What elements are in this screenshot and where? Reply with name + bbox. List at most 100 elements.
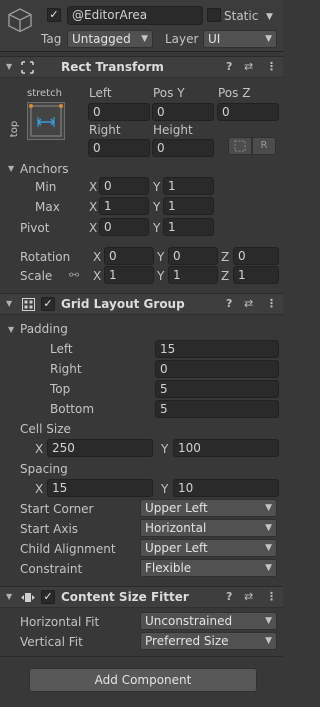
pos-y-label: Pos Y bbox=[153, 86, 185, 100]
start-axis-value: Horizontal bbox=[145, 521, 207, 535]
static-dropdown-icon[interactable]: ▼ bbox=[266, 10, 273, 24]
right-label: Right bbox=[89, 123, 121, 137]
chevron-down-icon: ▼ bbox=[265, 616, 272, 626]
padding-right-field[interactable]: 0 bbox=[155, 360, 279, 378]
foldout-arrow-icon[interactable]: ▼ bbox=[6, 592, 12, 601]
horizontal-fit-value: Unconstrained bbox=[145, 614, 233, 628]
height-label: Height bbox=[153, 123, 193, 137]
section-title: Rect Transform bbox=[61, 60, 164, 74]
content-size-fitter-header[interactable]: ▼ ✓ Content Size Fitter ? ⇄ ⋮ bbox=[0, 586, 283, 608]
raw-edit-button[interactable]: R bbox=[252, 137, 276, 155]
foldout-arrow-icon[interactable]: ▼ bbox=[6, 62, 12, 71]
blueprint-mode-button[interactable] bbox=[228, 137, 252, 155]
component-enabled-toggle[interactable]: ✓ bbox=[41, 590, 55, 604]
context-menu-icon[interactable]: ⋮ bbox=[266, 297, 277, 310]
foldout-arrow-icon[interactable]: ▼ bbox=[6, 299, 12, 308]
min-x-label: X bbox=[89, 180, 98, 194]
start-axis-dropdown[interactable]: Horizontal ▼ bbox=[140, 519, 277, 537]
gameobject-cube-icon bbox=[6, 6, 34, 34]
spacing-label: Spacing bbox=[20, 462, 68, 476]
rotation-x-field[interactable]: 0 bbox=[104, 247, 154, 265]
presets-icon[interactable]: ⇄ bbox=[244, 590, 253, 603]
start-axis-label: Start Axis bbox=[20, 522, 79, 536]
chevron-down-icon: ▼ bbox=[265, 34, 272, 44]
min-y-field[interactable]: 1 bbox=[163, 177, 214, 195]
static-toggle[interactable] bbox=[207, 8, 221, 22]
right-field[interactable]: 0 bbox=[88, 139, 150, 157]
vertical-fit-dropdown[interactable]: Preferred Size ▼ bbox=[140, 632, 277, 650]
presets-icon[interactable]: ⇄ bbox=[244, 60, 253, 73]
rotation-label: Rotation bbox=[20, 250, 71, 264]
start-corner-dropdown[interactable]: Upper Left ▼ bbox=[140, 499, 277, 517]
chevron-down-icon: ▼ bbox=[265, 636, 272, 646]
anchor-preset-v-label: top bbox=[9, 120, 21, 138]
tag-dropdown[interactable]: Untagged ▼ bbox=[67, 30, 153, 48]
component-enabled-toggle[interactable]: ✓ bbox=[41, 297, 55, 311]
max-y-field[interactable]: 1 bbox=[163, 197, 214, 215]
rect-transform-header[interactable]: ▼ Rect Transform ? ⇄ ⋮ bbox=[0, 56, 283, 78]
scale-z-label: Z bbox=[221, 269, 230, 283]
grid-layout-icon bbox=[22, 298, 35, 311]
help-icon[interactable]: ? bbox=[226, 60, 232, 73]
tag-label: Tag bbox=[41, 32, 62, 46]
grid-layout-group-header[interactable]: ▼ ✓ Grid Layout Group ? ⇄ ⋮ bbox=[0, 293, 283, 315]
rotation-y-field[interactable]: 0 bbox=[168, 247, 218, 265]
spacing-y-label: Y bbox=[161, 482, 169, 496]
presets-icon[interactable]: ⇄ bbox=[244, 297, 253, 310]
start-corner-value: Upper Left bbox=[145, 501, 208, 515]
pivot-x-field[interactable]: 0 bbox=[99, 218, 149, 236]
padding-left-field[interactable]: 15 bbox=[155, 340, 279, 358]
constraint-label: Constraint bbox=[20, 562, 83, 576]
cell-y-label: Y bbox=[161, 442, 169, 456]
anchor-presets-button[interactable] bbox=[27, 102, 65, 140]
scale-x-field[interactable]: 1 bbox=[104, 266, 154, 284]
child-alignment-dropdown[interactable]: Upper Left ▼ bbox=[140, 539, 277, 557]
constraint-value: Flexible bbox=[145, 561, 192, 575]
add-component-button[interactable]: Add Component bbox=[29, 668, 257, 692]
footer-divider bbox=[0, 656, 283, 657]
scale-y-field[interactable]: 1 bbox=[168, 266, 218, 284]
padding-label: Padding bbox=[20, 322, 68, 336]
scale-x-label: X bbox=[93, 269, 102, 283]
context-menu-icon[interactable]: ⋮ bbox=[266, 590, 277, 603]
cell-size-label: Cell Size bbox=[20, 422, 71, 436]
cell-size-y-field[interactable]: 100 bbox=[173, 439, 279, 457]
layer-dropdown[interactable]: UI ▼ bbox=[203, 30, 277, 48]
min-y-label: Y bbox=[153, 180, 161, 194]
tag-value: Untagged bbox=[72, 32, 131, 46]
active-toggle[interactable]: ✓ bbox=[47, 8, 61, 22]
name-field[interactable]: @EditorArea bbox=[67, 6, 203, 25]
cell-size-x-field[interactable]: 250 bbox=[47, 439, 153, 457]
start-corner-label: Start Corner bbox=[20, 502, 94, 516]
constrain-proportions-link-icon[interactable]: ⚯ bbox=[69, 268, 79, 282]
scale-z-field[interactable]: 1 bbox=[233, 266, 279, 284]
height-field[interactable]: 0 bbox=[152, 139, 214, 157]
constraint-dropdown[interactable]: Flexible ▼ bbox=[140, 559, 277, 577]
chevron-down-icon: ▼ bbox=[265, 503, 272, 513]
padding-top-label: Top bbox=[50, 382, 71, 396]
spacing-x-field[interactable]: 15 bbox=[47, 479, 153, 497]
left-field[interactable]: 0 bbox=[88, 103, 150, 121]
pos-y-field[interactable]: 0 bbox=[152, 103, 214, 121]
gameobject-header: ✓ @EditorArea Static ▼ Tag Untagged ▼ La… bbox=[0, 0, 283, 52]
pos-z-field[interactable]: 0 bbox=[217, 103, 279, 121]
help-icon[interactable]: ? bbox=[226, 590, 232, 603]
anchors-foldout-icon[interactable]: ▼ bbox=[8, 164, 14, 173]
help-icon[interactable]: ? bbox=[226, 297, 232, 310]
horizontal-fit-dropdown[interactable]: Unconstrained ▼ bbox=[140, 612, 277, 630]
pivot-y-field[interactable]: 1 bbox=[163, 218, 214, 236]
max-x-field[interactable]: 1 bbox=[99, 197, 149, 215]
pivot-y-label: Y bbox=[153, 221, 161, 235]
max-x-label: X bbox=[89, 200, 98, 214]
padding-left-label: Left bbox=[50, 342, 73, 356]
padding-top-field[interactable]: 5 bbox=[155, 380, 279, 398]
spacing-y-field[interactable]: 10 bbox=[173, 479, 279, 497]
child-alignment-value: Upper Left bbox=[145, 541, 208, 555]
layer-value: UI bbox=[208, 32, 221, 46]
context-menu-icon[interactable]: ⋮ bbox=[266, 60, 277, 73]
min-x-field[interactable]: 0 bbox=[99, 177, 149, 195]
padding-bottom-field[interactable]: 5 bbox=[155, 400, 279, 418]
rotation-z-field[interactable]: 0 bbox=[233, 247, 279, 265]
rot-y-label: Y bbox=[157, 250, 165, 264]
padding-foldout-icon[interactable]: ▼ bbox=[8, 325, 14, 334]
